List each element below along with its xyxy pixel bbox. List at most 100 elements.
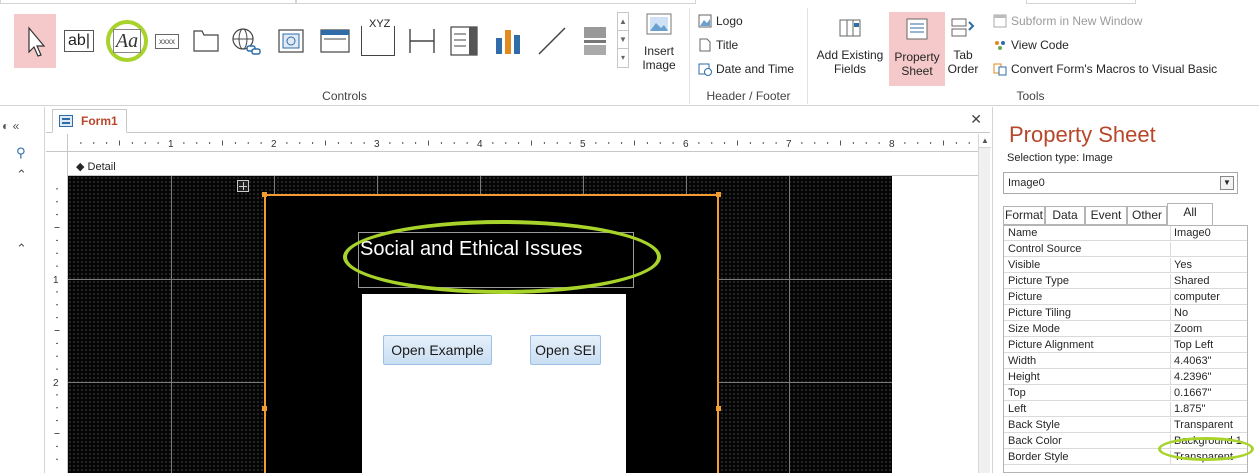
ruler-number: 8 bbox=[889, 139, 895, 150]
chart-button[interactable] bbox=[488, 14, 528, 68]
view-code-button[interactable]: View Code bbox=[993, 38, 1069, 52]
gallery-more-icon[interactable]: ▾ bbox=[618, 49, 628, 67]
property-row[interactable]: Size Mode Zoom bbox=[1004, 322, 1247, 337]
property-name: Border Style bbox=[1008, 451, 1069, 463]
property-value[interactable]: Zoom bbox=[1170, 322, 1247, 337]
property-value[interactable]: No bbox=[1170, 306, 1247, 321]
navigation-pane-collapsed: ◐ « ⚲ ⌃ ⌃ bbox=[0, 107, 45, 473]
insert-image-button[interactable]: Insert Image bbox=[634, 12, 684, 72]
toggle-button-icon bbox=[584, 27, 606, 55]
property-value[interactable]: 1.875" bbox=[1170, 402, 1247, 417]
tab-data[interactable]: Data bbox=[1045, 206, 1085, 225]
page-break-button[interactable] bbox=[404, 14, 440, 68]
selected-control-dropdown[interactable]: Image0 ▼ bbox=[1003, 172, 1238, 194]
resize-handle[interactable] bbox=[262, 192, 267, 197]
collapse-up-icon[interactable]: ⌃ bbox=[16, 241, 27, 257]
property-row[interactable]: Picture Alignment Top Left bbox=[1004, 338, 1247, 353]
tab-control-button[interactable] bbox=[188, 14, 224, 68]
property-row[interactable]: Back Style Transparent bbox=[1004, 418, 1247, 433]
gallery-scroll-down-icon[interactable]: ▼ bbox=[618, 31, 628, 49]
collapse-up-icon[interactable]: ⌃ bbox=[16, 167, 27, 183]
logo-button[interactable]: Logo bbox=[698, 14, 743, 28]
tab-format[interactable]: Format bbox=[1003, 206, 1045, 225]
property-row[interactable]: Control Source bbox=[1004, 242, 1247, 257]
resize-handle[interactable] bbox=[262, 406, 267, 411]
property-name: Picture Tiling bbox=[1008, 307, 1071, 319]
tab-other[interactable]: Other bbox=[1127, 206, 1167, 225]
property-value[interactable]: 4.4063" bbox=[1170, 354, 1247, 369]
property-row[interactable]: Visible Yes bbox=[1004, 258, 1247, 273]
resize-handle[interactable] bbox=[716, 192, 721, 197]
resize-handle[interactable] bbox=[716, 406, 721, 411]
tab-control-icon bbox=[193, 30, 219, 52]
subform-icon bbox=[993, 14, 1007, 28]
move-handle-icon[interactable] bbox=[237, 180, 249, 192]
scroll-up-icon[interactable]: ▲ bbox=[979, 134, 991, 148]
property-row[interactable]: Left 1.875" bbox=[1004, 402, 1247, 417]
property-row[interactable]: Name Image0 bbox=[1004, 226, 1247, 241]
toggle-button-button[interactable] bbox=[576, 14, 614, 68]
open-sei-button[interactable]: Open SEI bbox=[530, 335, 601, 365]
vertical-ruler: 12 bbox=[46, 152, 68, 473]
property-name: Picture Alignment bbox=[1008, 339, 1094, 351]
line-button[interactable] bbox=[532, 14, 572, 68]
property-value[interactable]: Top Left bbox=[1170, 338, 1247, 353]
property-name: Height bbox=[1008, 371, 1040, 383]
property-row[interactable]: Picture Tiling No bbox=[1004, 306, 1247, 321]
add-existing-fields-label: Add Existing Fields bbox=[816, 48, 884, 76]
vertical-scrollbar[interactable]: ▲ bbox=[978, 134, 991, 473]
property-row[interactable]: Picture Type Shared bbox=[1004, 274, 1247, 289]
property-value[interactable]: Image0 bbox=[1170, 226, 1247, 241]
tab-event[interactable]: Event bbox=[1085, 206, 1127, 225]
add-existing-fields-button[interactable]: Add Existing Fields bbox=[814, 18, 886, 76]
hyperlink-icon bbox=[232, 28, 261, 55]
text-box-button[interactable]: ab| bbox=[60, 14, 98, 68]
tab-all[interactable]: All bbox=[1167, 203, 1213, 226]
open-example-button[interactable]: Open Example bbox=[383, 335, 492, 365]
controls-gallery-scroll[interactable]: ▲ ▼ ▾ bbox=[617, 12, 629, 68]
web-browser-control-button[interactable] bbox=[274, 14, 308, 68]
option-group-icon: XYZ bbox=[361, 18, 395, 56]
chevron-down-icon[interactable]: ▼ bbox=[1220, 176, 1234, 190]
close-icon[interactable]: ✕ bbox=[970, 111, 982, 128]
shutter-open-icon[interactable]: ◐ « bbox=[2, 119, 19, 133]
tab-order-icon bbox=[951, 18, 975, 37]
property-row[interactable]: Width 4.4063" bbox=[1004, 354, 1247, 369]
gallery-scroll-up-icon[interactable]: ▲ bbox=[618, 13, 628, 31]
navigation-control-button[interactable] bbox=[316, 14, 354, 68]
subform-new-window-button[interactable]: Subform in New Window bbox=[993, 14, 1142, 28]
label-icon-text: Aa bbox=[112, 29, 142, 53]
property-grid: Name Image0 Control Source Visible Yes Pictur… bbox=[1003, 225, 1248, 473]
property-value[interactable]: Yes bbox=[1170, 258, 1247, 273]
label-button[interactable]: Aa bbox=[104, 14, 150, 68]
tab-form1[interactable]: Form1 bbox=[52, 109, 127, 133]
property-row[interactable]: Top 0.1667" bbox=[1004, 386, 1247, 401]
logo-icon bbox=[698, 14, 712, 28]
property-value[interactable]: 4.2396" bbox=[1170, 370, 1247, 385]
property-value[interactable] bbox=[1170, 242, 1247, 257]
form-selector[interactable] bbox=[46, 134, 68, 152]
title-button[interactable]: Title bbox=[698, 38, 738, 52]
detail-section-bar[interactable]: ◆ Detail bbox=[68, 160, 978, 176]
property-sheet-button[interactable]: Property Sheet bbox=[889, 12, 945, 86]
combo-box-button[interactable] bbox=[444, 14, 484, 68]
title-label: Title bbox=[716, 38, 739, 52]
search-icon[interactable]: ⚲ bbox=[16, 145, 26, 161]
add-existing-fields-icon bbox=[839, 19, 861, 37]
property-value[interactable]: Transparent bbox=[1170, 418, 1247, 433]
property-row[interactable]: Picture computer bbox=[1004, 290, 1247, 305]
property-row[interactable]: Height 4.2396" bbox=[1004, 370, 1247, 385]
tab-order-button[interactable]: Tab Order bbox=[947, 18, 979, 76]
property-value[interactable]: Shared bbox=[1170, 274, 1247, 289]
page-break-icon bbox=[409, 29, 435, 53]
button-control-button[interactable]: xxxx bbox=[150, 14, 184, 68]
convert-macros-button[interactable]: Convert Form's Macros to Visual Basic bbox=[993, 62, 1217, 76]
option-group-button[interactable]: XYZ bbox=[358, 14, 398, 68]
property-name: Top bbox=[1008, 387, 1026, 399]
hyperlink-button[interactable] bbox=[226, 14, 266, 68]
select-pointer-button[interactable] bbox=[14, 14, 56, 68]
ruler-number: 7 bbox=[786, 139, 792, 150]
property-value[interactable]: 0.1667" bbox=[1170, 386, 1247, 401]
date-time-button[interactable]: Date and Time bbox=[698, 62, 794, 76]
property-value[interactable]: computer bbox=[1170, 290, 1247, 305]
